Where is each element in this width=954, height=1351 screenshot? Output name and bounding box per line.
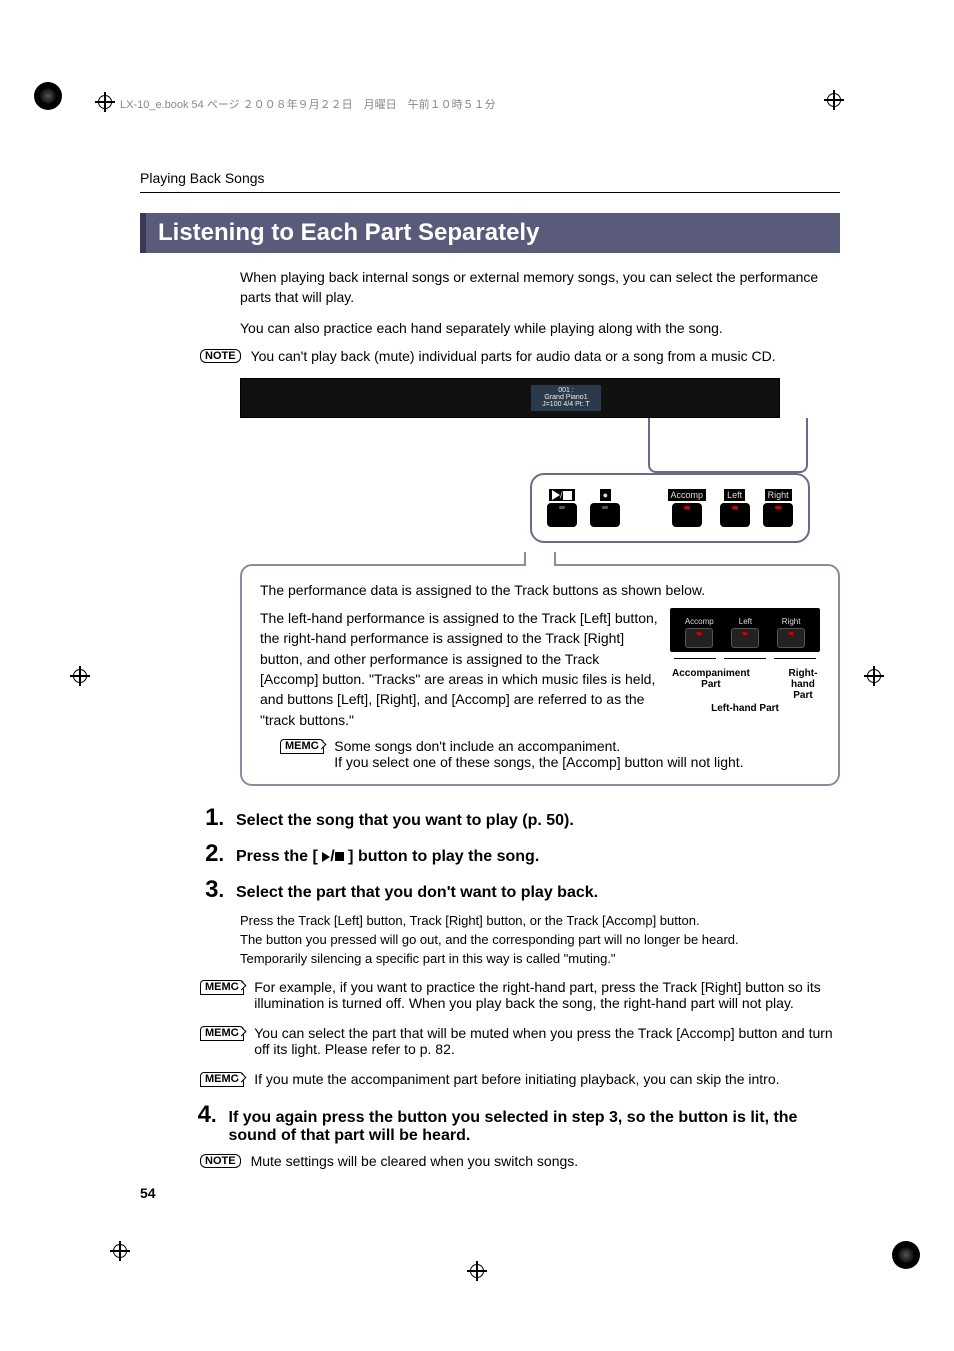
fig-accomp-button-icon — [685, 628, 713, 648]
step-3-heading: Select the part that you don't want to p… — [236, 884, 598, 902]
print-header-line: LX-10_e.book 54 ページ ２００８年９月２２日 月曜日 午前１０時… — [120, 96, 496, 112]
left-button-icon — [720, 503, 750, 527]
panel-rec-button: ● — [590, 489, 620, 527]
panel-left-label: Left — [724, 489, 745, 501]
intro-paragraph-2: You can also practice each hand separate… — [240, 318, 830, 338]
panel-lcd-line3: J=100 4/4 Pt: T — [542, 401, 590, 408]
crosshair-header — [95, 92, 115, 112]
step-1-number: 1. — [194, 804, 224, 832]
stop-icon — [335, 852, 344, 861]
panel-right-label: Right — [765, 489, 792, 501]
memo-badge: MEMO — [200, 980, 244, 995]
note-badge: NOTE — [200, 349, 241, 363]
panel-callout: / ● Accomp Left Right — [530, 473, 810, 543]
instrument-panel-illustration: 001 : Grand Piano1 J=100 4/4 Pt: T — [240, 378, 780, 418]
infobox-p1: The performance data is assigned to the … — [260, 580, 820, 600]
memo-badge: MEMO — [200, 1072, 244, 1087]
panel-left-button: Left — [720, 489, 750, 527]
fig-accomp-label: Accomp — [685, 617, 714, 626]
breadcrumb-underline — [140, 192, 840, 193]
step-2-text-a: Press the [ — [236, 848, 322, 865]
step-3-memo-3: If you mute the accompaniment part befor… — [254, 1071, 779, 1087]
step-3-memo-2: You can select the part that will be mut… — [254, 1025, 840, 1057]
fig-right-button-icon — [777, 628, 805, 648]
fig-right-label: Right — [782, 617, 801, 626]
fig-left-label: Left — [739, 617, 752, 626]
panel-rec-label: ● — [600, 489, 611, 501]
page-number: 54 — [140, 1185, 156, 1201]
panel-accomp-label: Accomp — [668, 489, 707, 501]
step-2-number: 2. — [194, 840, 224, 868]
panel-lcd: 001 : Grand Piano1 J=100 4/4 Pt: T — [531, 385, 601, 411]
legend-left: Left-hand Part — [670, 703, 820, 714]
step-3-body-3: Temporarily silencing a specific part in… — [240, 950, 840, 969]
crosshair-tr — [824, 90, 844, 110]
section-title: Listening to Each Part Separately — [140, 213, 840, 253]
registration-mark-br — [892, 1241, 920, 1269]
crosshair-bottom-center — [467, 1261, 487, 1281]
play-icon — [322, 852, 330, 862]
fig-left-button-icon — [731, 628, 759, 648]
panel-lcd-line2: Grand Piano1 — [544, 394, 587, 401]
info-box: The performance data is assigned to the … — [240, 564, 840, 786]
panel-playstop-label: / — [549, 489, 575, 502]
step-2-text-b: ] button to play the song. — [348, 848, 539, 865]
infobox-memo-line1: Some songs don't include an accompanimen… — [334, 738, 743, 754]
note-badge: NOTE — [200, 1154, 241, 1168]
crosshair-mid-right — [864, 666, 884, 686]
crosshair-bl — [110, 1241, 130, 1261]
record-icon — [590, 503, 620, 527]
step-4-number: 4. — [194, 1101, 217, 1129]
step-4-note: Mute settings will be cleared when you s… — [251, 1153, 579, 1169]
panel-callout-wrap: / ● Accomp Left Right — [240, 418, 780, 558]
step-2-heading: Press the [ / ] button to play the song. — [236, 848, 539, 866]
memo-badge: MEMO — [200, 1026, 244, 1041]
track-buttons-figure: Accomp Left Right Accompaniment Part Rig… — [670, 608, 820, 714]
intro-paragraph-1: When playing back internal songs or exte… — [240, 267, 830, 308]
step-3-body-2: The button you pressed will go out, and … — [240, 931, 840, 950]
note-text-1: You can't play back (mute) individual pa… — [251, 348, 776, 364]
infobox-memo-line2: If you select one of these songs, the [A… — [334, 754, 743, 770]
registration-mark-tl — [34, 82, 62, 110]
step-3-body-1: Press the Track [Left] button, Track [Ri… — [240, 912, 840, 931]
accomp-button-icon — [672, 503, 702, 527]
legend-accomp: Accompaniment Part — [670, 666, 752, 703]
breadcrumb: Playing Back Songs — [140, 170, 840, 186]
panel-right-button: Right — [763, 489, 793, 527]
play-stop-icon — [547, 503, 577, 527]
step-3-number: 3. — [194, 876, 224, 904]
memo-badge: MEMO — [280, 739, 324, 754]
right-button-icon — [763, 503, 793, 527]
step-3-memo-1: For example, if you want to practice the… — [254, 979, 840, 1011]
crosshair-mid-left — [70, 666, 90, 686]
step-1-heading: Select the song that you want to play (p… — [236, 812, 574, 830]
callout-connector — [648, 418, 808, 473]
panel-lcd-line1: 001 : — [558, 387, 574, 394]
legend-right: Right-hand Part — [786, 666, 820, 703]
panel-playstop-button: / — [547, 489, 577, 528]
panel-accomp-button: Accomp — [668, 489, 707, 527]
step-4-heading: If you again press the button you select… — [229, 1109, 841, 1145]
